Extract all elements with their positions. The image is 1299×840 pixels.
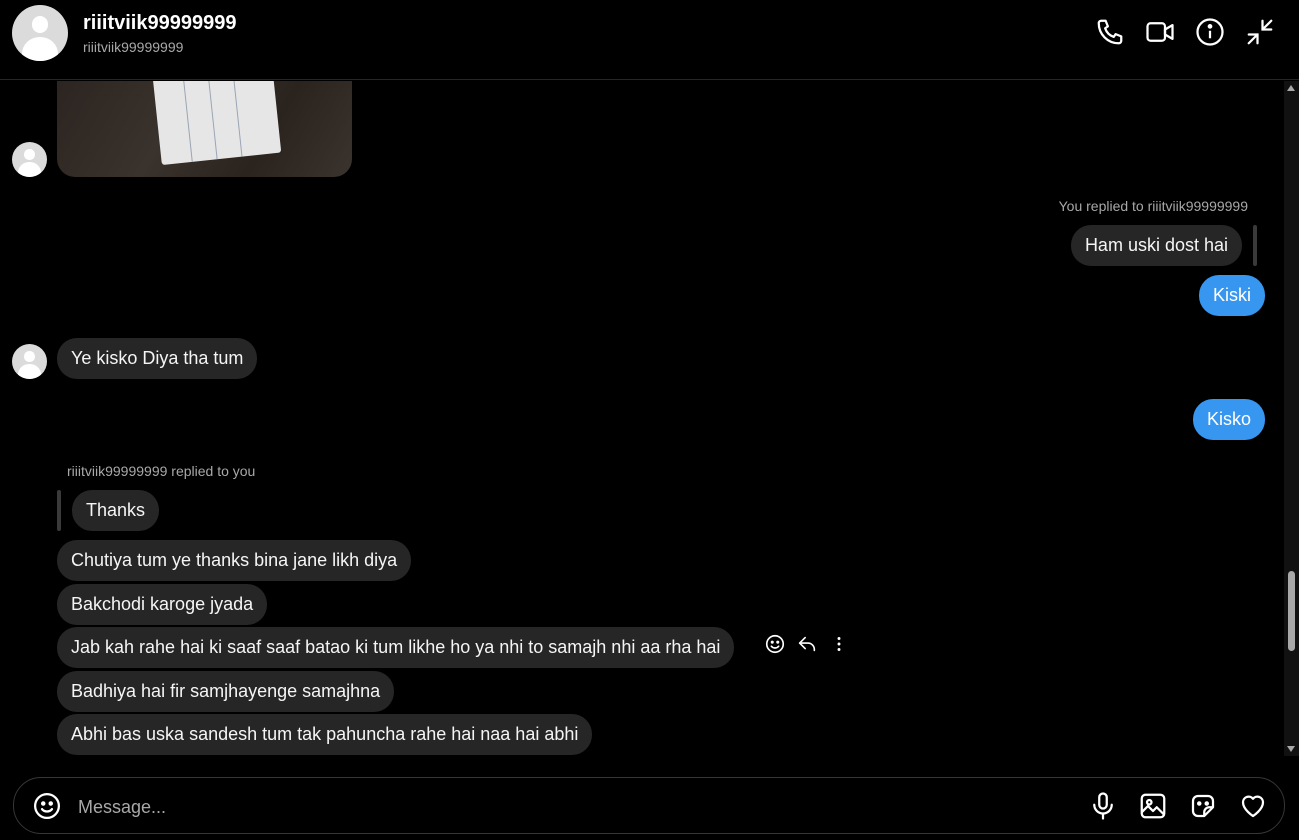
reply-indicator (57, 490, 61, 531)
incoming-message[interactable]: Ye kisko Diya tha tum (57, 338, 258, 379)
emoji-icon[interactable] (32, 791, 62, 821)
sticker-icon[interactable] (1188, 791, 1218, 826)
contact-name[interactable]: riiitviik99999999 (83, 12, 236, 35)
reply-context: You replied to riiitviik99999999 (1058, 198, 1248, 214)
outgoing-message[interactable]: Kiski (1198, 275, 1265, 316)
contact-username: riiitviik99999999 (83, 39, 184, 55)
message-composer (13, 777, 1285, 834)
incoming-message[interactable]: Jab kah rahe hai ki saaf saaf batao ki t… (57, 627, 735, 668)
incoming-message[interactable]: Abhi bas uska sandesh tum tak pahuncha r… (57, 714, 593, 755)
incoming-message[interactable]: Badhiya hai fir samjhayenge samajhna (57, 671, 395, 712)
chat-header: riiitviik99999999 riiitviik99999999 (0, 0, 1299, 80)
sender-avatar[interactable] (12, 142, 47, 177)
scrollbar[interactable] (1284, 81, 1299, 756)
quoted-message[interactable]: Thanks (72, 490, 160, 531)
minimize-icon[interactable] (1245, 17, 1275, 47)
scroll-up-arrow[interactable] (1287, 85, 1295, 91)
microphone-icon[interactable] (1088, 791, 1118, 826)
incoming-message[interactable]: Chutiya tum ye thanks bina jane likh diy… (57, 540, 412, 581)
scroll-thumb[interactable] (1288, 571, 1295, 651)
message-actions (764, 633, 850, 660)
outgoing-message[interactable]: Kisko (1192, 399, 1265, 440)
image-message[interactable] (57, 81, 352, 177)
heart-icon[interactable] (1238, 791, 1268, 826)
image-icon[interactable] (1138, 791, 1168, 826)
incoming-message[interactable]: Bakchodi karoge jyada (57, 584, 268, 625)
quoted-message[interactable]: Ham uski dost hai (1070, 225, 1242, 266)
more-options-icon[interactable] (828, 633, 850, 660)
sender-avatar[interactable] (12, 344, 47, 379)
video-icon[interactable] (1145, 17, 1175, 47)
avatar[interactable] (12, 5, 68, 61)
message-input[interactable] (76, 792, 980, 822)
info-icon[interactable] (1195, 17, 1225, 47)
reply-indicator (1253, 225, 1257, 266)
reply-icon[interactable] (796, 633, 818, 660)
react-icon[interactable] (764, 633, 786, 660)
message-thread[interactable]: You replied to riiitviik99999999 Ham usk… (0, 81, 1284, 756)
phone-icon[interactable] (1095, 17, 1125, 47)
scroll-down-arrow[interactable] (1287, 746, 1295, 752)
reply-context: riiitviik99999999 replied to you (67, 463, 256, 479)
